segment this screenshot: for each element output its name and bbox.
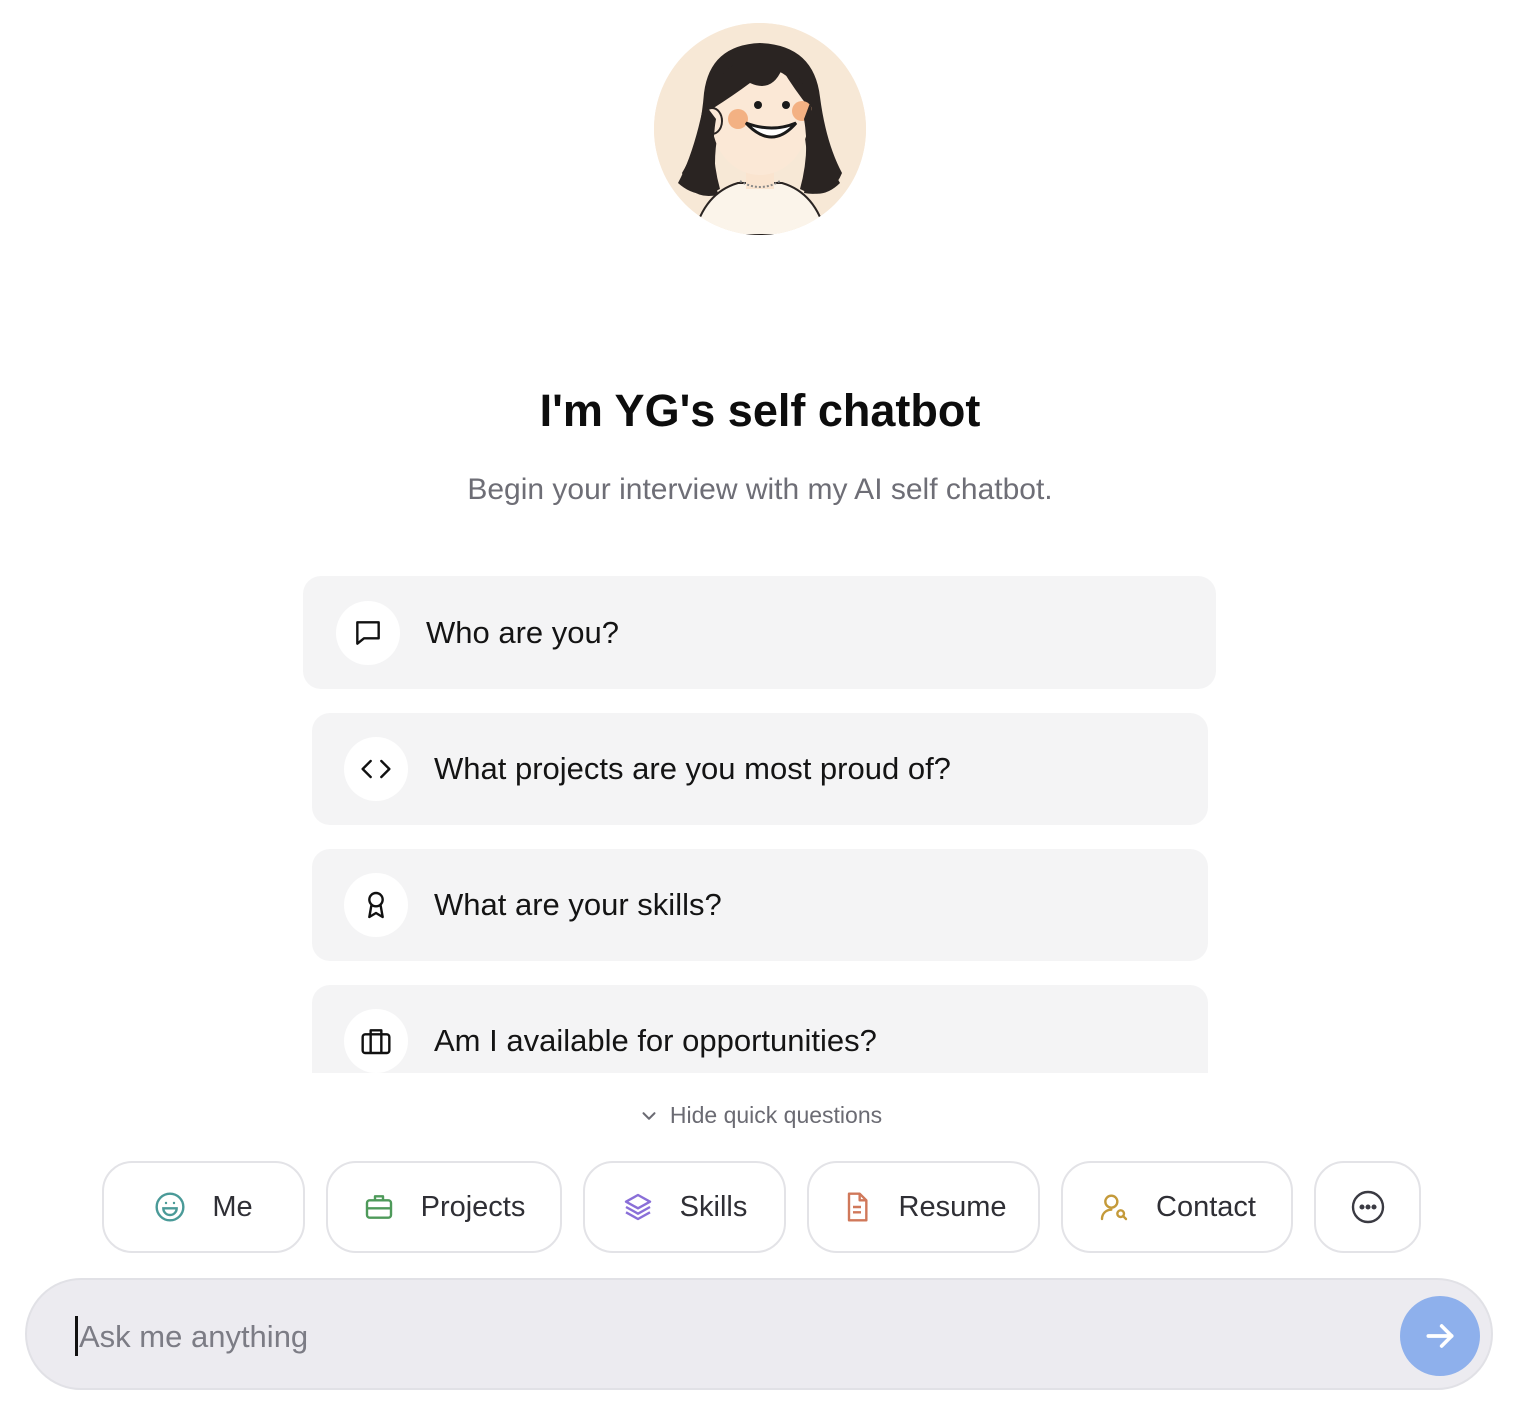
category-resume-button[interactable]: Resume (807, 1161, 1040, 1253)
award-icon (344, 873, 408, 937)
quick-question-who[interactable]: Who are you? (303, 576, 1216, 689)
briefcase-icon (344, 1009, 408, 1073)
quick-question-label: What are your skills? (434, 887, 722, 922)
more-horizontal-icon (1350, 1189, 1386, 1225)
hide-quick-questions-label: Hide quick questions (669, 1102, 883, 1128)
hide-quick-questions-toggle[interactable]: Hide quick questions (0, 1102, 1520, 1129)
category-label: Skills (679, 1190, 748, 1223)
quick-question-label: Am I available for opportunities? (434, 1023, 877, 1058)
chat-input-bar (25, 1278, 1493, 1390)
page-subtitle: Begin your interview with my AI self cha… (467, 473, 1053, 506)
arrow-right-icon (1420, 1316, 1460, 1356)
quick-question-skills[interactable]: What are your skills? (312, 849, 1208, 961)
category-label: Contact (1156, 1190, 1256, 1223)
user-search-icon (1098, 1191, 1130, 1223)
page-title: I'm YG's self chatbot (539, 385, 981, 436)
avatar (654, 23, 866, 235)
send-button[interactable] (1400, 1296, 1480, 1376)
more-options-button[interactable] (1314, 1161, 1421, 1253)
quick-question-projects[interactable]: What projects are you most proud of? (312, 713, 1208, 825)
category-label: Projects (420, 1190, 526, 1223)
quick-question-availability[interactable]: Am I available for opportunities? (312, 985, 1208, 1073)
category-pills: Me Projects Skills Resume Contact (0, 1161, 1520, 1253)
category-projects-button[interactable]: Projects (326, 1161, 562, 1253)
category-contact-button[interactable]: Contact (1061, 1161, 1293, 1253)
category-label: Me (212, 1190, 253, 1223)
message-square-icon (336, 600, 400, 665)
layers-icon (622, 1191, 654, 1223)
quick-questions-list: Who are you? What projects are you most … (0, 560, 1520, 1073)
quick-question-label: What projects are you most proud of? (434, 751, 951, 786)
chat-input[interactable] (77, 1308, 1381, 1366)
category-me-button[interactable]: Me (102, 1161, 305, 1253)
category-skills-button[interactable]: Skills (583, 1161, 786, 1253)
smile-icon (154, 1191, 186, 1223)
briefcase-icon (363, 1191, 395, 1223)
code-icon (344, 737, 408, 801)
quick-question-label: Who are you? (426, 614, 619, 650)
category-label: Resume (898, 1190, 1007, 1223)
file-text-icon (841, 1191, 873, 1223)
chevron-down-icon (638, 1105, 660, 1127)
